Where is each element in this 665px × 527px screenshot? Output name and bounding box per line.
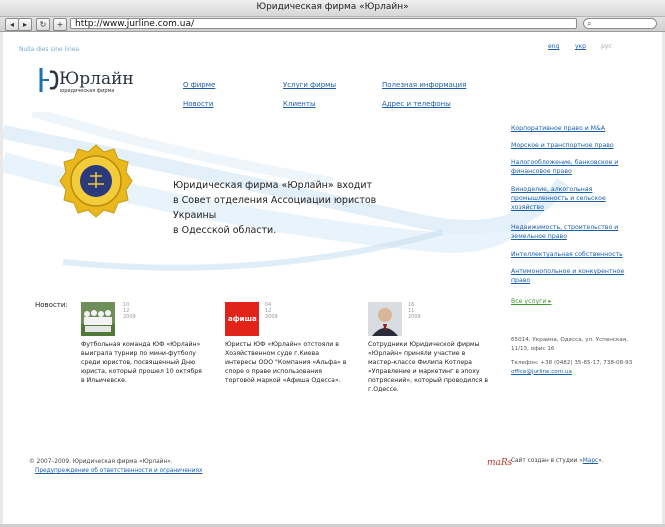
contact-phone: Телефон: +38 (0482) 35-65-17, 738-08-93 (511, 360, 633, 366)
lang-rus-current: рус (601, 43, 612, 50)
logo-subtitle: юридическая фирма (60, 88, 115, 94)
search-icon: ⌕ (587, 19, 592, 28)
web-page: Nulla dies sine linea eng укр рус Юрлайн… (3, 32, 662, 524)
news-date: 10 12 2009 (123, 302, 136, 320)
studio-logo[interactable]: maRs (487, 458, 512, 468)
title-bar: Юридическая фирма «Юрлайн» (0, 0, 665, 17)
browser-window: Юридическая фирма «Юрлайн» ◂ ▸ ↻ + http:… (0, 0, 665, 527)
service-maritime[interactable]: Морское и транспортное право (511, 141, 636, 150)
service-wine[interactable]: Виноделие, алкогольная промышленность и … (511, 185, 636, 212)
service-corporate[interactable]: Корпоративное право и M&A (511, 124, 636, 133)
all-services-link[interactable]: Все услуги ▸ (511, 298, 551, 305)
news-text[interactable]: Футбольная команда ЮФ «Юрлайн» выиграла … (81, 340, 203, 385)
nav-clients[interactable]: Клиенты (283, 100, 315, 108)
address-bar[interactable]: http://www.jurline.com.ua/ (70, 18, 577, 29)
back-icon[interactable]: ◂ (5, 18, 19, 31)
add-bookmark-icon[interactable]: + (53, 18, 67, 31)
association-seal-icon (59, 144, 133, 218)
site-logo[interactable]: Юрлайн юридическая фирма (37, 66, 134, 98)
logo-brand: Юрлайн (59, 69, 134, 89)
news-heading: Новости: (35, 301, 68, 309)
studio-prefix: Сайт создан в студии « (511, 458, 583, 464)
window-title: Юридическая фирма «Юрлайн» (256, 2, 409, 12)
contact-address: 65014, Украина, Одесса, ул. Успенская, 1… (511, 337, 628, 352)
forward-icon[interactable]: ▸ (18, 18, 32, 31)
headline-line: в Одесской области. (173, 225, 277, 236)
slogan: Nulla dies sine linea (19, 46, 80, 53)
studio-link[interactable]: Марс (583, 458, 598, 464)
contact-email-link[interactable]: office@jurline.com.ua (511, 369, 572, 375)
service-antitrust[interactable]: Антимонопольное и конкурентное право (511, 267, 636, 285)
service-ip[interactable]: Интеллектуальная собственность (511, 250, 636, 259)
arrow-right-icon: ▸ (548, 298, 552, 305)
service-tax[interactable]: Налогообложение, банковское и финансовое… (511, 158, 636, 176)
nav-services[interactable]: Услуги фирмы (283, 81, 336, 89)
news-photo-football[interactable] (81, 302, 115, 336)
browser-toolbar: ◂ ▸ ↻ + http://www.jurline.com.ua/ ⌕ (0, 17, 665, 32)
lang-eng-link[interactable]: eng (548, 43, 559, 50)
headline-line: Юридическая фирма «Юрлайн» входит (173, 180, 373, 191)
lang-ukr-link[interactable]: укр (575, 43, 586, 50)
news-date: 16 11 2009 (408, 302, 421, 320)
headline: Юридическая фирма «Юрлайн» входит в Сове… (173, 178, 413, 238)
afisha-logo-text: афиша (228, 315, 257, 323)
logo-mark-icon (39, 68, 59, 92)
copyright: © 2007–2009. Юридическая фирма «Юрлайн». (29, 459, 173, 465)
studio-suffix: ». (598, 458, 604, 464)
news-photo-kotler[interactable] (368, 302, 402, 336)
service-realty[interactable]: Недвижимость, строительство и земельное … (511, 223, 636, 241)
nav-about[interactable]: О фирме (183, 81, 215, 89)
nav-contacts[interactable]: Адрес и телефоны (382, 100, 451, 108)
news-text[interactable]: Юристы ЮФ «Юрлайн» отстояли в Хозяйствен… (225, 340, 347, 385)
all-services-label: Все услуги (511, 298, 547, 305)
reload-icon[interactable]: ↻ (36, 18, 50, 31)
headline-line: в Совет отделения Ассоциации юристов Укр… (173, 195, 377, 221)
news-text[interactable]: Сотрудники Юридической фирмы «Юрлайн» пр… (368, 340, 490, 394)
studio-credit: Сайт создан в студии «Марс». (511, 458, 604, 464)
nav-news[interactable]: Новости (183, 100, 213, 108)
search-field[interactable]: ⌕ (583, 18, 657, 29)
contact-block: 65014, Украина, Одесса, ул. Успенская, 1… (511, 336, 641, 376)
disclaimer-link[interactable]: Предупреждение об ответственности и огра… (35, 468, 202, 474)
nav-useful-info[interactable]: Полезная информация (382, 81, 466, 89)
news-date: 04 12 2009 (265, 302, 278, 320)
